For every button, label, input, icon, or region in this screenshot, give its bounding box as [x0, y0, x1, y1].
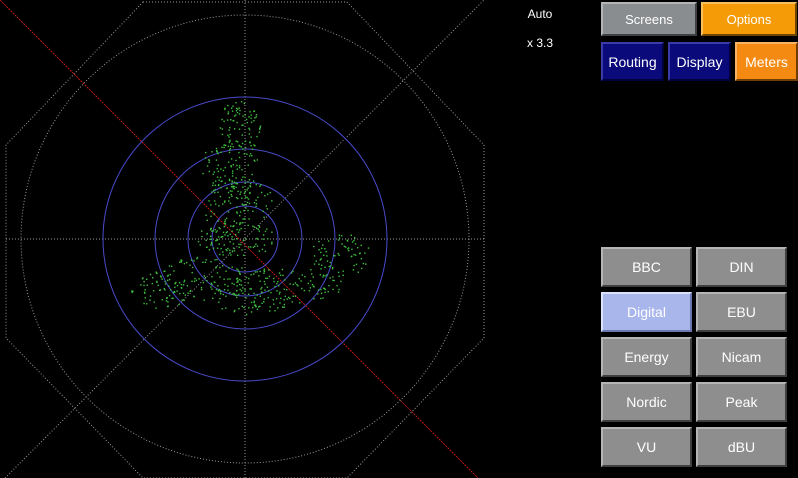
meter-vu-button[interactable]: VU — [601, 427, 692, 467]
meters-tab[interactable]: Meters — [735, 42, 798, 81]
meter-bbc-button[interactable]: BBC — [601, 247, 692, 287]
meter-nicam-button[interactable]: Nicam — [696, 337, 787, 377]
screens-tab[interactable]: Screens — [601, 2, 697, 36]
meter-din-button[interactable]: DIN — [696, 247, 787, 287]
display-tab[interactable]: Display — [668, 42, 731, 81]
options-tab[interactable]: Options — [701, 2, 797, 36]
correlation-line — [0, 0, 479, 478]
zoom-readout: x 3.3 — [526, 36, 553, 50]
scale-mode-readout: Auto — [527, 7, 553, 21]
level-rings — [102, 96, 388, 382]
outer-ring — [20, 14, 470, 464]
meter-nordic-button[interactable]: Nordic — [601, 382, 692, 422]
meter-digital-button[interactable]: Digital — [601, 292, 692, 332]
meter-energy-button[interactable]: Energy — [601, 337, 692, 377]
goniometer-scope — [0, 0, 485, 478]
meter-peak-button[interactable]: Peak — [696, 382, 787, 422]
meter-dbu-button[interactable]: dBU — [696, 427, 787, 467]
meter-ebu-button[interactable]: EBU — [696, 292, 787, 332]
routing-tab[interactable]: Routing — [601, 42, 664, 81]
